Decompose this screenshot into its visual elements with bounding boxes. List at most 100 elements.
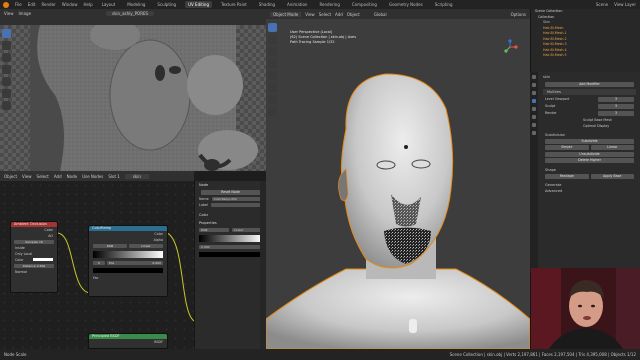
level-viewport-field[interactable]: 3: [598, 97, 634, 102]
reset-node-button[interactable]: Reset Node: [201, 190, 260, 195]
3d-viewport[interactable]: [266, 19, 530, 349]
color-swatch[interactable]: [33, 258, 53, 261]
render-level-field[interactable]: 3: [598, 111, 634, 116]
view-layer-selector[interactable]: View Layer: [614, 2, 636, 7]
node-canvas[interactable]: Ambient Occlusion Color AO Samples 16 In…: [0, 181, 194, 349]
node-ambient-occlusion[interactable]: Ambient Occlusion Color AO Samples 16 In…: [10, 221, 58, 293]
vp-annotate-tool-icon[interactable]: [268, 95, 277, 104]
menu-edit[interactable]: Edit: [28, 2, 36, 7]
samples-field[interactable]: Samples 16: [14, 240, 54, 244]
name-field[interactable]: ColorRamp.002: [211, 197, 262, 201]
add-modifier-button[interactable]: Add Modifier: [545, 82, 634, 87]
vp-transform-tool-icon[interactable]: [268, 83, 277, 92]
uv-image-selector[interactable]: skin_ashly_PORES: [106, 10, 155, 16]
tab-modeling[interactable]: Modeling: [124, 1, 148, 8]
subdivision-panel-header[interactable]: Subdivision: [531, 129, 640, 138]
cursor-tool-icon[interactable]: [2, 41, 11, 50]
generate-panel-header[interactable]: Generate: [531, 180, 640, 188]
node-principled-bsdf[interactable]: Principled BSDF BSDF: [88, 333, 168, 349]
stop-pos-field[interactable]: Pos 0.000: [107, 261, 163, 265]
stop-index-field[interactable]: 0: [93, 261, 105, 265]
shape-panel-header[interactable]: Shape: [531, 164, 640, 173]
unsubdivide-button[interactable]: Unsubdivide: [545, 152, 634, 157]
menu-file[interactable]: File: [15, 2, 22, 7]
vp-rotate-tool-icon[interactable]: [268, 59, 277, 68]
npanel-ramp-mode[interactable]: RGB: [199, 228, 229, 232]
tab-animation[interactable]: Animation: [284, 1, 310, 8]
reshape-button[interactable]: Reshape: [545, 174, 589, 179]
properties-section-header[interactable]: Properties: [195, 219, 266, 227]
rotate-tool-icon[interactable]: [2, 65, 11, 74]
npanel-ramp-gradient[interactable]: [199, 235, 262, 242]
menu-render[interactable]: Render: [41, 2, 55, 7]
use-nodes-checkbox[interactable]: Use Nodes: [82, 174, 103, 179]
uv-menu-image[interactable]: Image: [19, 11, 32, 16]
uv-image-canvas[interactable]: [0, 25, 266, 171]
socket-normal-in[interactable]: Normal: [11, 269, 57, 275]
label-field[interactable]: [210, 203, 262, 207]
mode-selector[interactable]: Object Mode: [270, 11, 302, 17]
menu-window[interactable]: Window: [62, 2, 78, 7]
distance-field[interactable]: Distance 0.500: [14, 264, 54, 268]
node-menu-node[interactable]: Node: [67, 174, 77, 179]
color-input[interactable]: Color: [11, 257, 57, 263]
select-tool-icon[interactable]: [2, 29, 11, 38]
transform-tool-icon[interactable]: [2, 89, 11, 98]
vp-measure-tool-icon[interactable]: [268, 107, 277, 116]
ramp-mode-dropdown[interactable]: RGB: [93, 244, 127, 248]
uv-menu-view[interactable]: View: [4, 11, 14, 16]
tab-sculpting[interactable]: Sculpting: [154, 1, 179, 8]
socket-bsdf-out[interactable]: BSDF: [89, 339, 167, 345]
outliner-item[interactable]: Hair.Bl.Mesh.5: [531, 53, 640, 59]
npanel-pos-field[interactable]: 0.000: [199, 245, 262, 249]
npanel-color-swatch[interactable]: [199, 252, 262, 257]
tab-texture-paint[interactable]: Texture Paint: [218, 1, 250, 8]
vp-menu-select[interactable]: Select: [319, 12, 331, 17]
tab-scripting[interactable]: Scripting: [432, 1, 456, 8]
node-menu-view[interactable]: View: [22, 174, 32, 179]
ramp-interp-dropdown[interactable]: Linear: [129, 244, 163, 248]
move-tool-icon[interactable]: [2, 53, 11, 62]
node-section-header[interactable]: Node: [195, 181, 266, 189]
vp-select-tool-icon[interactable]: [268, 23, 277, 32]
advanced-panel-header[interactable]: Advanced: [531, 188, 640, 194]
subdivide-button[interactable]: Subdivide: [545, 139, 634, 144]
orientation-selector[interactable]: Global: [374, 12, 387, 17]
delete-higher-button[interactable]: Delete Higher: [545, 158, 634, 163]
tab-uv-editing[interactable]: UV Editing: [185, 1, 212, 8]
npanel-ramp-interp[interactable]: Linear: [232, 228, 262, 232]
node-menu-add[interactable]: Add: [54, 174, 62, 179]
vp-menu-object[interactable]: Object: [347, 12, 360, 17]
scene-selector[interactable]: Scene: [596, 2, 608, 7]
node-menu-select[interactable]: Select: [37, 174, 49, 179]
vp-cursor-tool-icon[interactable]: [268, 35, 277, 44]
material-selector[interactable]: skin: [124, 173, 149, 179]
linear-button[interactable]: Linear: [590, 145, 634, 150]
navigation-gizmo[interactable]: [502, 39, 518, 55]
blender-logo-icon[interactable]: [3, 1, 9, 8]
multires-modifier-header[interactable]: Multires: [543, 89, 636, 95]
annotate-tool-icon[interactable]: [2, 101, 11, 110]
apply-base-button[interactable]: Apply Base: [590, 174, 634, 179]
socket-fac-in[interactable]: Fac: [89, 275, 167, 281]
simple-button[interactable]: Simple: [545, 145, 589, 150]
options-dropdown[interactable]: Options: [511, 12, 526, 17]
vp-scale-tool-icon[interactable]: [268, 71, 277, 80]
vp-menu-add[interactable]: Add: [335, 12, 343, 17]
tab-rendering[interactable]: Rendering: [316, 1, 342, 8]
vp-move-tool-icon[interactable]: [268, 47, 277, 56]
tab-compositing[interactable]: Compositing: [349, 1, 380, 8]
stop-color-swatch[interactable]: [93, 268, 163, 273]
slot-selector[interactable]: Slot 1: [108, 174, 119, 179]
color-section-header[interactable]: Color: [195, 211, 266, 219]
properties-tabs[interactable]: [530, 72, 538, 272]
scale-tool-icon[interactable]: [2, 77, 11, 86]
tab-layout[interactable]: Layout: [99, 1, 119, 8]
socket-ao-out[interactable]: AO: [11, 233, 57, 239]
node-color-ramp[interactable]: ColorRamp Color Alpha RGB Linear 0 Pos 0…: [88, 225, 168, 297]
node-menu-object[interactable]: Object: [4, 174, 17, 179]
vp-menu-view[interactable]: View: [305, 12, 315, 17]
tab-geometry-nodes[interactable]: Geometry Nodes: [386, 1, 426, 8]
menu-help[interactable]: Help: [83, 2, 92, 7]
color-ramp-gradient[interactable]: [93, 251, 163, 258]
